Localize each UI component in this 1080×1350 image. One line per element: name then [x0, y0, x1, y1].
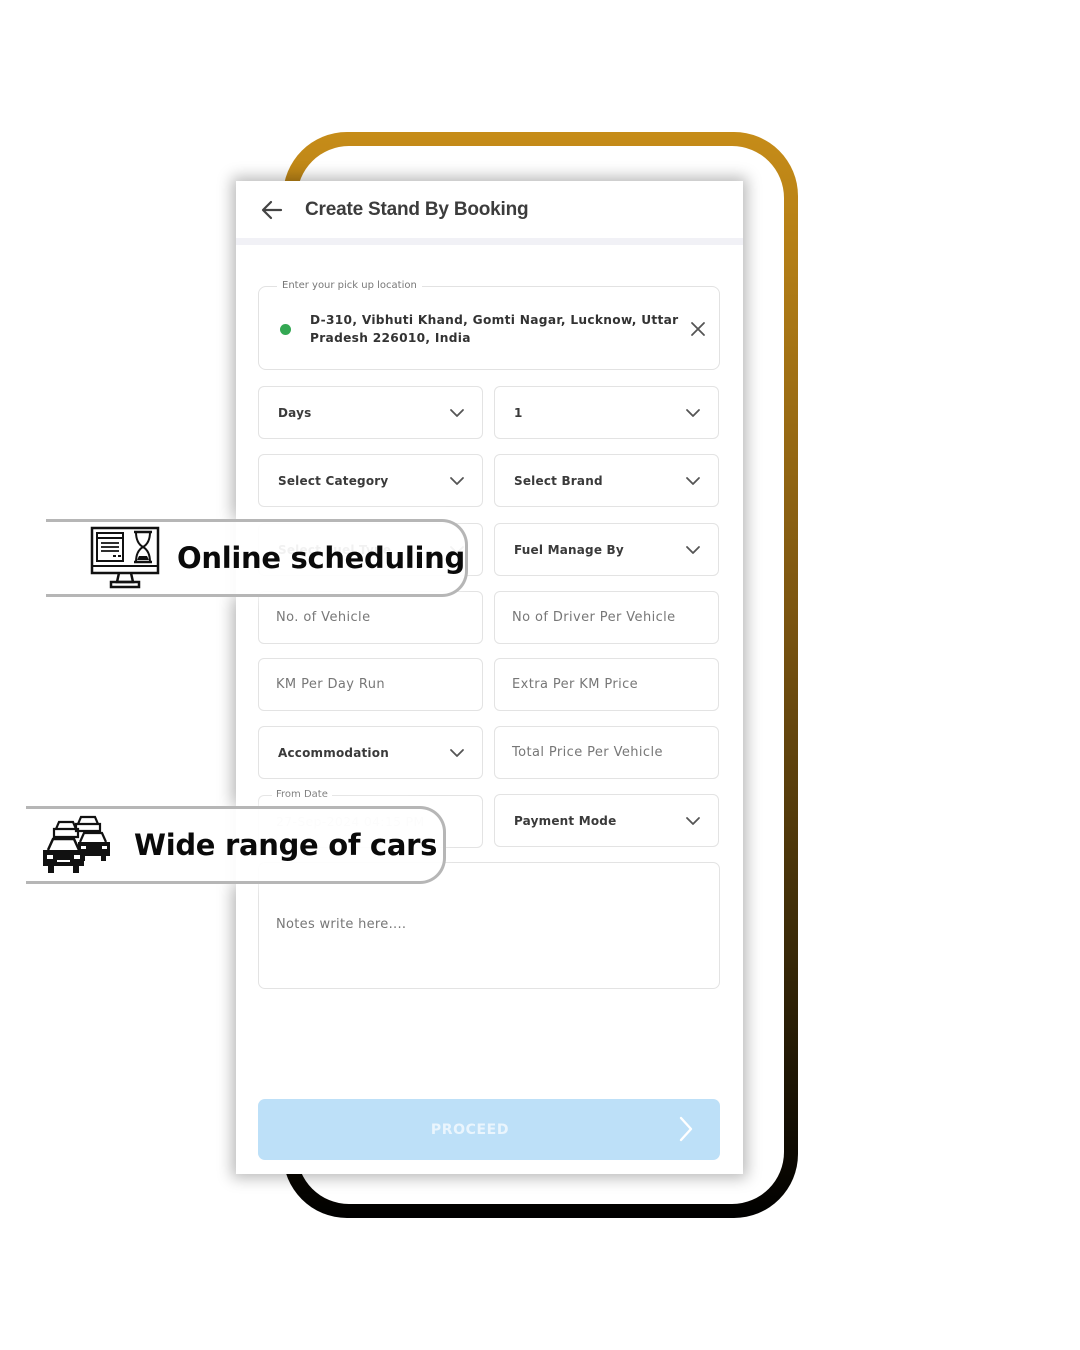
chevron-down-icon	[450, 477, 464, 485]
cars-traffic-icon	[43, 815, 110, 873]
monitor-hourglass-icon	[90, 526, 160, 589]
proceed-button[interactable]: PROCEED	[258, 1099, 720, 1160]
duration-value-select[interactable]: 1	[494, 386, 719, 439]
payment-mode-value: Payment Mode	[514, 813, 617, 828]
proceed-label: PROCEED	[430, 1121, 510, 1138]
chevron-down-icon	[686, 477, 700, 485]
chevron-down-icon	[450, 409, 464, 417]
feature-card-online-scheduling: Online scheduling	[46, 519, 468, 597]
total-price-input[interactable]: Total Price Per Vehicle	[494, 726, 719, 779]
payment-mode-select[interactable]: Payment Mode	[494, 794, 719, 847]
location-status-dot-icon	[280, 324, 291, 335]
category-select[interactable]: Select Category	[258, 454, 483, 507]
extra-per-km-input[interactable]: Extra Per KM Price	[494, 658, 719, 711]
pickup-location-value: D-310, Vibhuti Khand, Gomti Nagar, Luckn…	[310, 313, 679, 345]
chevron-down-icon	[686, 817, 700, 825]
fuel-manage-by-select[interactable]: Fuel Manage By	[494, 523, 719, 576]
back-button[interactable]	[260, 198, 284, 222]
drivers-per-vehicle-placeholder: No of Driver Per Vehicle	[512, 610, 676, 625]
no-of-vehicle-input[interactable]: No. of Vehicle	[258, 591, 483, 644]
feature-label: Online scheduling	[177, 541, 465, 575]
from-date-label: From Date	[272, 789, 332, 800]
no-of-vehicle-placeholder: No. of Vehicle	[276, 610, 371, 625]
arrow-left-icon	[261, 200, 283, 219]
feature-label: Wide range of cars	[134, 828, 438, 862]
total-price-placeholder: Total Price Per Vehicle	[512, 745, 663, 760]
km-per-day-input[interactable]: KM Per Day Run	[258, 658, 483, 711]
fuel-manage-by-value: Fuel Manage By	[514, 542, 624, 557]
duration-unit-select[interactable]: Days	[258, 386, 483, 439]
duration-unit-value: Days	[278, 405, 312, 420]
close-icon[interactable]	[689, 320, 707, 338]
km-per-day-placeholder: KM Per Day Run	[276, 677, 386, 692]
brand-select[interactable]: Select Brand	[494, 454, 719, 507]
chevron-right-icon	[679, 1116, 693, 1142]
pickup-location-label: Enter your pick up location	[277, 280, 422, 291]
drivers-per-vehicle-input[interactable]: No of Driver Per Vehicle	[494, 591, 719, 644]
category-value: Select Category	[278, 473, 389, 488]
notes-placeholder: Notes write here....	[276, 917, 407, 932]
accommodation-select[interactable]: Accommodation	[258, 726, 483, 779]
pickup-location-field[interactable]: Enter your pick up location D-310, Vibhu…	[258, 280, 720, 370]
accommodation-value: Accommodation	[278, 745, 389, 760]
chevron-down-icon	[686, 409, 700, 417]
app-screen: Create Stand By Booking Enter your pick …	[236, 181, 743, 1174]
duration-value: 1	[514, 405, 523, 420]
brand-value: Select Brand	[514, 473, 603, 488]
app-header: Create Stand By Booking	[236, 181, 743, 245]
chevron-down-icon	[450, 749, 464, 757]
chevron-down-icon	[686, 546, 700, 554]
page-title: Create Stand By Booking	[305, 198, 529, 220]
feature-card-wide-range-of-cars: Wide range of cars	[26, 806, 446, 884]
extra-per-km-placeholder: Extra Per KM Price	[512, 677, 639, 692]
